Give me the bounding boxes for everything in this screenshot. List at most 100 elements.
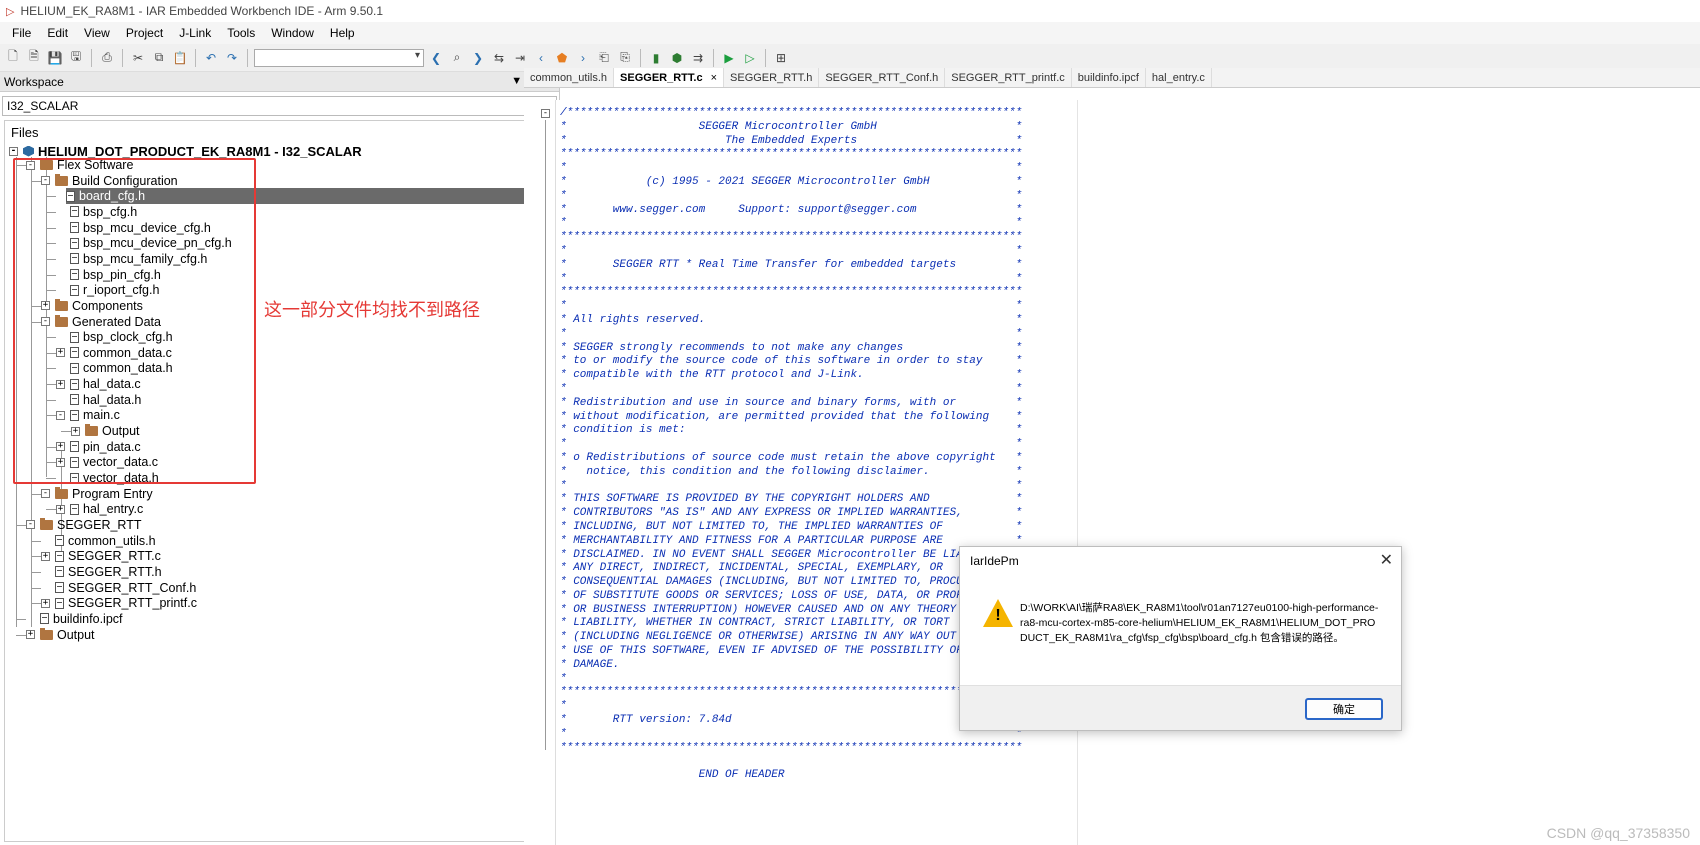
menu-window[interactable]: Window (263, 26, 322, 40)
dialog-close-icon[interactable]: ✕ (1380, 550, 1393, 570)
search-icon[interactable]: ⌕ (448, 49, 466, 67)
copy-icon[interactable]: ⧉ (150, 49, 168, 67)
next-bookmark-icon[interactable]: ⎘ (616, 49, 634, 67)
code-line: * * (560, 189, 1023, 202)
tree-item-label: SEGGER_RTT.h (68, 564, 162, 579)
menu-edit[interactable]: Edit (39, 26, 76, 40)
replace-icon[interactable]: ⇆ (490, 49, 508, 67)
code-line: * (INCLUDING NEGLIGENCE OR OTHERWISE) AR… (560, 631, 970, 644)
ok-button[interactable]: 确定 (1305, 698, 1383, 720)
tree-item-label: common_utils.h (68, 533, 156, 548)
tab-segger-rtt-h[interactable]: SEGGER_RTT.h (724, 68, 820, 87)
tree-item[interactable]: - Program Entry (41, 486, 153, 502)
error-dialog: IarIdePm ✕ ! D:\WORK\AI\瑞萨RA8\EK_RA8M1\t… (959, 546, 1402, 731)
find-combo[interactable] (254, 48, 424, 67)
file-icon (55, 535, 64, 547)
tree-item[interactable]: + SEGGER_RTT_printf.c (41, 595, 197, 611)
undo-icon[interactable]: ↶ (202, 49, 220, 67)
collapse-icon[interactable]: - (9, 146, 18, 156)
prev-bookmark-icon[interactable]: ⎗ (595, 49, 613, 67)
tab-label: buildinfo.ipcf (1077, 71, 1139, 84)
tab-close-icon[interactable]: × (711, 72, 717, 84)
code-line: * MERCHANTABILITY AND FITNESS FOR A PART… (560, 534, 1023, 547)
code-line: * OR BUSINESS INTERRUPTION) HOWEVER CAUS… (560, 603, 970, 616)
make-icon[interactable]: ⬢ (668, 49, 686, 67)
stop-build-icon[interactable]: ⇉ (689, 49, 707, 67)
menu-tools[interactable]: Tools (219, 26, 263, 40)
bookmark-icon[interactable]: ⬟ (553, 49, 571, 67)
configuration-select[interactable]: I32_SCALAR ⌄ (2, 96, 557, 116)
new-doc-icon[interactable]: 🗎 (25, 49, 43, 67)
goto-icon[interactable]: ⇥ (511, 49, 529, 67)
fold-icon[interactable]: - (541, 109, 550, 118)
tree-item[interactable]: common_utils.h (41, 533, 156, 549)
menu-view[interactable]: View (76, 26, 118, 40)
file-icon (55, 566, 64, 578)
editor-tab-bar: common_utils.h SEGGER_RTT.c × SEGGER_RTT.h S… (524, 68, 1700, 88)
collapse-icon[interactable]: - (41, 489, 50, 499)
code-editor[interactable]: - /*************************************… (524, 100, 1700, 845)
tab-segger-rtt-c[interactable]: SEGGER_RTT.c × (614, 68, 725, 87)
tab-segger-rtt-conf-h[interactable]: SEGGER_RTT_Conf.h (819, 68, 946, 87)
file-icon (55, 597, 64, 609)
tree-item[interactable]: + SEGGER_RTT.c (41, 548, 161, 564)
code-line: ****************************************… (560, 741, 1023, 754)
print-icon[interactable]: ⎙ (98, 49, 116, 67)
code-line: * CONTRIBUTORS "AS IS" AND ANY EXPRESS O… (560, 507, 1023, 520)
code-line: * * (560, 479, 1023, 492)
find-prev-icon[interactable]: ❮ (427, 49, 445, 67)
expand-icon[interactable]: + (56, 504, 65, 514)
editor-gutter: - (524, 100, 556, 845)
tab-hal-entry-c[interactable]: hal_entry.c (1146, 68, 1212, 87)
folder-icon (55, 486, 68, 499)
nav-back-icon[interactable]: ‹ (532, 49, 550, 67)
code-line: * * (560, 300, 1023, 313)
tree-item[interactable]: + Output (26, 627, 95, 643)
folder-icon (40, 517, 53, 530)
code-line: * DAMAGE. (560, 658, 620, 671)
expand-icon[interactable]: + (26, 630, 35, 639)
tree-item-label: Program Entry (72, 486, 153, 501)
nav-forward-icon[interactable]: › (574, 49, 592, 67)
paste-icon[interactable]: 📋 (171, 49, 189, 67)
debug-icon[interactable]: ▶ (720, 49, 738, 67)
tree-item[interactable]: + hal_entry.c (56, 501, 143, 517)
download-debug-icon[interactable]: ▷ (741, 49, 759, 67)
menu-help[interactable]: Help (322, 26, 363, 40)
tab-label: SEGGER_RTT.h (730, 71, 813, 84)
tab-segger-rtt-printf-c[interactable]: SEGGER_RTT_printf.c (945, 68, 1072, 87)
expand-icon[interactable]: + (41, 551, 50, 561)
tree-item[interactable]: - SEGGER_RTT (26, 517, 142, 533)
menu-jlink[interactable]: J-Link (171, 26, 219, 40)
workspace-title: Workspace (4, 74, 64, 89)
iar-logo-icon: ▷ (6, 5, 15, 18)
tree-item[interactable]: SEGGER_RTT_Conf.h (41, 580, 196, 596)
folder-icon (40, 627, 53, 640)
tab-label: hal_entry.c (1151, 71, 1205, 84)
cut-icon[interactable]: ✂ (129, 49, 147, 67)
save-all-icon[interactable]: 🖫 (67, 49, 85, 67)
code-line: * o Redistributions of source code must … (560, 451, 1023, 464)
code-line: * DISCLAIMED. IN NO EVENT SHALL SEGGER M… (560, 548, 970, 561)
menu-project[interactable]: Project (118, 26, 171, 40)
tab-buildinfo-ipcf[interactable]: buildinfo.ipcf (1072, 68, 1146, 87)
tree-item[interactable]: buildinfo.ipcf (26, 611, 123, 627)
layout-icon[interactable]: ⊞ (772, 49, 790, 67)
dropdown-icon[interactable]: ▼ (511, 75, 522, 88)
redo-icon[interactable]: ↷ (223, 49, 241, 67)
tab-label: SEGGER_RTT_Conf.h (825, 71, 939, 84)
tab-label: SEGGER_RTT_printf.c (951, 71, 1065, 84)
menu-file[interactable]: File (4, 26, 39, 40)
collapse-icon[interactable]: - (26, 520, 35, 530)
compile-icon[interactable]: ▮ (647, 49, 665, 67)
tree-item[interactable]: SEGGER_RTT.h (41, 564, 162, 580)
tab-common-utils-h[interactable]: common_utils.h (524, 68, 615, 87)
code-line: * INCLUDING, BUT NOT LIMITED TO, THE IMP… (560, 520, 1023, 533)
code-text: /***************************************… (560, 107, 1022, 783)
save-icon[interactable]: 💾 (46, 49, 64, 67)
file-icon (55, 582, 64, 594)
dialog-title: IarIdePm (970, 554, 1019, 568)
find-next-icon[interactable]: ❯ (469, 49, 487, 67)
new-file-icon[interactable]: 🗋 (4, 49, 22, 67)
expand-icon[interactable]: + (41, 598, 50, 608)
